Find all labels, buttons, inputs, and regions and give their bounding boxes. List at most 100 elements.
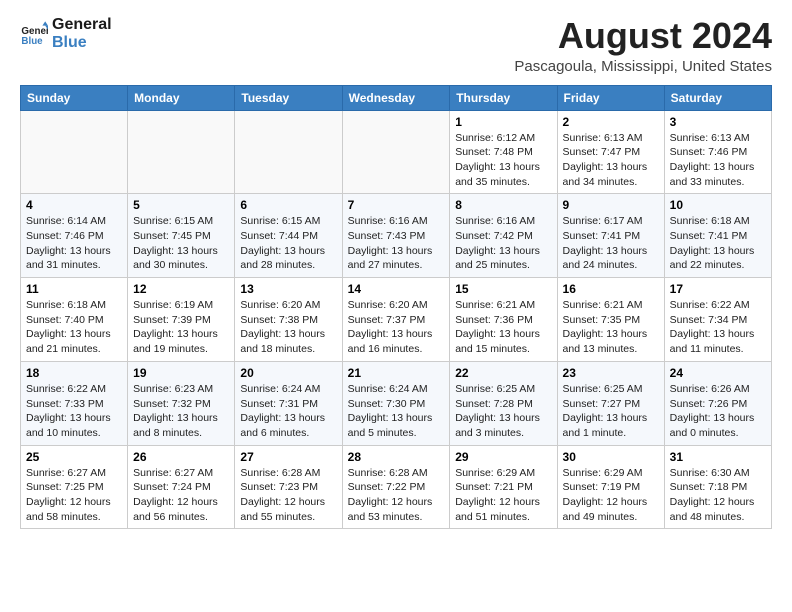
day-number: 8 bbox=[455, 198, 551, 212]
day-number: 2 bbox=[563, 115, 659, 129]
day-info: Sunrise: 6:29 AM Sunset: 7:21 PM Dayligh… bbox=[455, 466, 551, 525]
calendar-cell: 13 Sunrise: 6:20 AM Sunset: 7:38 PM Dayli… bbox=[235, 278, 342, 362]
day-number: 11 bbox=[26, 282, 122, 296]
day-number: 16 bbox=[563, 282, 659, 296]
day-info: Sunrise: 6:13 AM Sunset: 7:47 PM Dayligh… bbox=[563, 131, 659, 190]
day-number: 7 bbox=[348, 198, 445, 212]
day-info: Sunrise: 6:29 AM Sunset: 7:19 PM Dayligh… bbox=[563, 466, 659, 525]
day-info: Sunrise: 6:21 AM Sunset: 7:36 PM Dayligh… bbox=[455, 298, 551, 357]
day-number: 26 bbox=[133, 450, 229, 464]
calendar-cell: 9Sunrise: 6:17 AM Sunset: 7:41 PM Daylig… bbox=[557, 194, 664, 278]
calendar-week-row: 1 Sunrise: 6:12 AM Sunset: 7:48 PM Daylig… bbox=[21, 110, 772, 194]
day-number: 15 bbox=[455, 282, 551, 296]
day-info: Sunrise: 6:28 AM Sunset: 7:22 PM Dayligh… bbox=[348, 466, 445, 525]
day-info: Sunrise: 6:15 AM Sunset: 7:45 PM Dayligh… bbox=[133, 214, 229, 273]
day-number: 29 bbox=[455, 450, 551, 464]
day-number: 3 bbox=[670, 115, 766, 129]
logo-line2: Blue bbox=[52, 34, 112, 52]
calendar-header-monday: Monday bbox=[128, 85, 235, 110]
calendar-header-wednesday: Wednesday bbox=[342, 85, 450, 110]
day-info: Sunrise: 6:23 AM Sunset: 7:32 PM Dayligh… bbox=[133, 382, 229, 441]
day-info: Sunrise: 6:21 AM Sunset: 7:35 PM Dayligh… bbox=[563, 298, 659, 357]
calendar-cell: 20 Sunrise: 6:24 AM Sunset: 7:31 PM Dayli… bbox=[235, 361, 342, 445]
day-number: 31 bbox=[670, 450, 766, 464]
calendar-cell: 8 Sunrise: 6:16 AM Sunset: 7:42 PM Daylig… bbox=[450, 194, 557, 278]
day-number: 20 bbox=[240, 366, 336, 380]
calendar-cell: 5Sunrise: 6:15 AM Sunset: 7:45 PM Daylig… bbox=[128, 194, 235, 278]
day-number: 12 bbox=[133, 282, 229, 296]
day-info: Sunrise: 6:19 AM Sunset: 7:39 PM Dayligh… bbox=[133, 298, 229, 357]
day-info: Sunrise: 6:24 AM Sunset: 7:30 PM Dayligh… bbox=[348, 382, 445, 441]
calendar-cell bbox=[128, 110, 235, 194]
day-number: 24 bbox=[670, 366, 766, 380]
calendar-week-row: 25 Sunrise: 6:27 AM Sunset: 7:25 PM Dayli… bbox=[21, 445, 772, 529]
day-info: Sunrise: 6:25 AM Sunset: 7:27 PM Dayligh… bbox=[563, 382, 659, 441]
calendar-cell: 11 Sunrise: 6:18 AM Sunset: 7:40 PM Dayli… bbox=[21, 278, 128, 362]
page-header: General Blue General Blue August 2024 Pa… bbox=[20, 16, 772, 75]
day-number: 4 bbox=[26, 198, 122, 212]
calendar-week-row: 18 Sunrise: 6:22 AM Sunset: 7:33 PM Dayli… bbox=[21, 361, 772, 445]
day-info: Sunrise: 6:13 AM Sunset: 7:46 PM Dayligh… bbox=[670, 131, 766, 190]
calendar-cell: 6 Sunrise: 6:15 AM Sunset: 7:44 PM Daylig… bbox=[235, 194, 342, 278]
calendar-cell: 12 Sunrise: 6:19 AM Sunset: 7:39 PM Dayli… bbox=[128, 278, 235, 362]
calendar-cell: 15 Sunrise: 6:21 AM Sunset: 7:36 PM Dayli… bbox=[450, 278, 557, 362]
day-number: 23 bbox=[563, 366, 659, 380]
calendar-cell: 28 Sunrise: 6:28 AM Sunset: 7:22 PM Dayli… bbox=[342, 445, 450, 529]
calendar-cell: 29 Sunrise: 6:29 AM Sunset: 7:21 PM Dayli… bbox=[450, 445, 557, 529]
calendar-week-row: 11 Sunrise: 6:18 AM Sunset: 7:40 PM Dayli… bbox=[21, 278, 772, 362]
day-info: Sunrise: 6:24 AM Sunset: 7:31 PM Dayligh… bbox=[240, 382, 336, 441]
day-info: Sunrise: 6:12 AM Sunset: 7:48 PM Dayligh… bbox=[455, 131, 551, 190]
calendar-cell: 2 Sunrise: 6:13 AM Sunset: 7:47 PM Daylig… bbox=[557, 110, 664, 194]
calendar-cell: 30 Sunrise: 6:29 AM Sunset: 7:19 PM Dayli… bbox=[557, 445, 664, 529]
calendar-header-sunday: Sunday bbox=[21, 85, 128, 110]
day-number: 19 bbox=[133, 366, 229, 380]
day-number: 14 bbox=[348, 282, 445, 296]
logo-line1: General bbox=[52, 16, 112, 34]
calendar-cell: 1 Sunrise: 6:12 AM Sunset: 7:48 PM Daylig… bbox=[450, 110, 557, 194]
calendar-cell: 16 Sunrise: 6:21 AM Sunset: 7:35 PM Dayli… bbox=[557, 278, 664, 362]
calendar-header-saturday: Saturday bbox=[664, 85, 771, 110]
calendar-table: SundayMondayTuesdayWednesdayThursdayFrid… bbox=[20, 85, 772, 530]
logo-icon: General Blue bbox=[20, 20, 48, 48]
day-info: Sunrise: 6:20 AM Sunset: 7:38 PM Dayligh… bbox=[240, 298, 336, 357]
day-info: Sunrise: 6:25 AM Sunset: 7:28 PM Dayligh… bbox=[455, 382, 551, 441]
day-info: Sunrise: 6:28 AM Sunset: 7:23 PM Dayligh… bbox=[240, 466, 336, 525]
day-number: 22 bbox=[455, 366, 551, 380]
day-info: Sunrise: 6:26 AM Sunset: 7:26 PM Dayligh… bbox=[670, 382, 766, 441]
logo: General Blue General Blue bbox=[20, 16, 112, 51]
day-number: 10 bbox=[670, 198, 766, 212]
day-info: Sunrise: 6:16 AM Sunset: 7:42 PM Dayligh… bbox=[455, 214, 551, 273]
day-info: Sunrise: 6:15 AM Sunset: 7:44 PM Dayligh… bbox=[240, 214, 336, 273]
day-number: 1 bbox=[455, 115, 551, 129]
day-info: Sunrise: 6:18 AM Sunset: 7:41 PM Dayligh… bbox=[670, 214, 766, 273]
day-number: 18 bbox=[26, 366, 122, 380]
calendar-cell: 7 Sunrise: 6:16 AM Sunset: 7:43 PM Daylig… bbox=[342, 194, 450, 278]
day-number: 6 bbox=[240, 198, 336, 212]
svg-text:Blue: Blue bbox=[21, 35, 43, 46]
calendar-cell: 10 Sunrise: 6:18 AM Sunset: 7:41 PM Dayli… bbox=[664, 194, 771, 278]
calendar-header-row: SundayMondayTuesdayWednesdayThursdayFrid… bbox=[21, 85, 772, 110]
day-number: 25 bbox=[26, 450, 122, 464]
day-info: Sunrise: 6:27 AM Sunset: 7:25 PM Dayligh… bbox=[26, 466, 122, 525]
day-number: 13 bbox=[240, 282, 336, 296]
day-number: 30 bbox=[563, 450, 659, 464]
calendar-cell bbox=[235, 110, 342, 194]
calendar-cell: 21 Sunrise: 6:24 AM Sunset: 7:30 PM Dayli… bbox=[342, 361, 450, 445]
calendar-cell: 14 Sunrise: 6:20 AM Sunset: 7:37 PM Dayli… bbox=[342, 278, 450, 362]
calendar-cell bbox=[21, 110, 128, 194]
day-number: 28 bbox=[348, 450, 445, 464]
title-block: August 2024 Pascagoula, Mississippi, Uni… bbox=[514, 16, 772, 75]
calendar-cell: 27 Sunrise: 6:28 AM Sunset: 7:23 PM Dayli… bbox=[235, 445, 342, 529]
day-info: Sunrise: 6:20 AM Sunset: 7:37 PM Dayligh… bbox=[348, 298, 445, 357]
calendar-header-tuesday: Tuesday bbox=[235, 85, 342, 110]
day-info: Sunrise: 6:18 AM Sunset: 7:40 PM Dayligh… bbox=[26, 298, 122, 357]
day-number: 21 bbox=[348, 366, 445, 380]
calendar-week-row: 4Sunrise: 6:14 AM Sunset: 7:46 PM Daylig… bbox=[21, 194, 772, 278]
calendar-cell: 22 Sunrise: 6:25 AM Sunset: 7:28 PM Dayli… bbox=[450, 361, 557, 445]
day-info: Sunrise: 6:16 AM Sunset: 7:43 PM Dayligh… bbox=[348, 214, 445, 273]
day-info: Sunrise: 6:17 AM Sunset: 7:41 PM Dayligh… bbox=[563, 214, 659, 273]
day-info: Sunrise: 6:22 AM Sunset: 7:33 PM Dayligh… bbox=[26, 382, 122, 441]
day-number: 27 bbox=[240, 450, 336, 464]
calendar-body: 1 Sunrise: 6:12 AM Sunset: 7:48 PM Daylig… bbox=[21, 110, 772, 529]
calendar-cell: 3 Sunrise: 6:13 AM Sunset: 7:46 PM Daylig… bbox=[664, 110, 771, 194]
